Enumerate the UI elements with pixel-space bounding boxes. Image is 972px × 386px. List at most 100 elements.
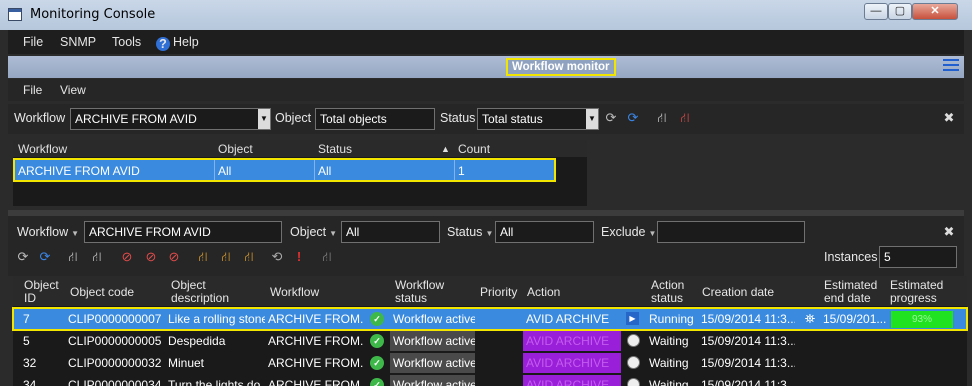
app-icon [8,8,22,21]
help-icon: ? [156,37,170,51]
check-icon: ✓ [370,378,384,386]
wm-menu-file[interactable]: File [23,83,42,97]
col-workflow[interactable]: Workflow [18,142,67,156]
menu-tools[interactable]: Tools [112,35,141,49]
instances-header: Object ID Object code Object description… [13,276,967,306]
table-row[interactable]: 5 CLIP0000000005 Despedida ARCHIVE FROM.… [13,330,967,352]
pause-icon[interactable]: ⛙ [217,248,235,266]
col-estimated-end-date[interactable]: Estimated end date [824,279,894,305]
cell-object-id: 7 [23,312,30,326]
status-filter-select[interactable]: Total status ▼ [477,108,599,130]
workflow-tree-icon[interactable]: ⛙ [653,109,671,127]
clock-icon [627,378,640,386]
col-status[interactable]: Status [318,142,352,156]
close-button[interactable]: ✕ [912,3,958,20]
col-workflow[interactable]: Workflow [270,286,319,299]
menu-file[interactable]: File [23,35,43,49]
cell-object-description: Minuet [168,356,205,370]
detail-filter-bar: Workflow ▼ ARCHIVE FROM AVID Object ▼ All … [8,216,964,276]
menu-help[interactable]: ? Help [156,35,199,51]
detail-object-input[interactable]: All [341,221,440,243]
hamburger-menu-icon[interactable] [943,59,959,73]
workflow-filter-select[interactable]: ARCHIVE FROM AVID ▼ [70,108,271,130]
cell-workflow: ARCHIVE FROM... [268,356,363,370]
col-priority[interactable]: Priority [480,286,517,299]
col-action[interactable]: Action [527,286,560,299]
chevron-down-icon: ▼ [586,109,598,129]
workflow-monitor-menu: File View [8,79,964,101]
check-icon: ✓ [370,334,384,348]
cell-workflow: ARCHIVE FROM... [268,334,363,348]
detail-workflow-label[interactable]: Workflow ▼ [17,225,79,239]
summary-row[interactable]: ARCHIVE FROM AVID All All 1 [13,158,556,182]
detail-object-label[interactable]: Object ▼ [290,225,337,239]
col-object[interactable]: Object [218,142,253,156]
col-estimated-progress[interactable]: Estimated progress [890,279,960,305]
cancel-workflow-icon[interactable]: ⊘ [142,248,160,266]
cell-object-code: CLIP0000000007 [68,312,162,326]
cell-object-code: CLIP0000000005 [68,334,162,348]
refresh-grey-icon[interactable]: ⟳ [14,248,32,266]
monitor-icon[interactable]: ⛯ [801,310,819,328]
summary-header: Workflow Object Status ▲ Count [13,140,587,157]
close-pane-icon[interactable]: ✖ [940,223,958,241]
summary-workflow: ARCHIVE FROM AVID [18,164,140,178]
cell-action: AVID ARCHIVE [523,353,621,373]
table-row[interactable]: 7 CLIP0000000007 Like a rolling stone AR… [12,307,968,331]
main-menu-bar: File SNMP Tools ? Help [8,30,964,54]
cell-creation-date: 15/09/2014 11:3... [701,312,795,326]
menu-snmp[interactable]: SNMP [60,35,96,49]
table-row[interactable]: 32 CLIP0000000032 Minuet ARCHIVE FROM...… [13,352,967,374]
object-filter-select[interactable]: Total objects [315,108,435,130]
object-filter-label: Object [275,111,312,125]
alert-icon[interactable]: ! [290,248,308,266]
table-row[interactable]: 34 CLIP0000000034 Turn the lights do... … [13,374,967,386]
detail-status-label[interactable]: Status ▼ [447,225,493,239]
col-object-id[interactable]: Object ID [24,279,64,305]
cell-action: AVID ARCHIVE [523,309,621,329]
exclude-label[interactable]: Exclude ▼ [601,225,656,239]
col-action-status[interactable]: Action status [651,279,696,305]
instances-input[interactable]: 5 [879,246,957,268]
summary-grid: Workflow Object Status ▲ Count ARCHIVE F… [13,140,587,206]
workflow-export-icon[interactable]: ⛙ [88,248,106,266]
reset-icon[interactable]: ⟲ [268,248,286,266]
cell-object-code: CLIP0000000032 [68,356,162,370]
cell-workflow-status: Workflow active [390,353,475,373]
cell-action-status: Waiting [649,334,689,348]
running-icon: ▶ [626,312,639,325]
refresh-grey-icon[interactable]: ⟳ [602,109,620,127]
exclude-input[interactable] [657,221,805,243]
cancel-action-icon[interactable]: ⊘ [118,248,136,266]
cell-workflow-status: Workflow active [390,331,475,351]
minimize-button[interactable]: — [864,3,888,20]
cell-workflow-status: Workflow active [390,309,475,329]
refresh-icon[interactable]: ⟳ [624,109,642,127]
workflow-delete-icon[interactable]: ⛙ [676,109,694,127]
maximize-button[interactable]: ▢ [888,3,912,20]
col-workflow-status[interactable]: Workflow status [395,279,455,305]
col-object-description[interactable]: Object description [171,279,241,305]
resume-icon[interactable]: ⛙ [240,248,258,266]
close-pane-icon[interactable]: ✖ [940,109,958,127]
refresh-icon[interactable]: ⟳ [36,248,54,266]
detail-status-input[interactable]: All [495,221,594,243]
clock-icon [627,334,640,347]
col-creation-date[interactable]: Creation date [702,286,774,299]
summary-filter-bar: Workflow ARCHIVE FROM AVID ▼ Object Tota… [8,104,964,134]
restart-icon[interactable]: ⛙ [194,248,212,266]
cell-action-status: Running [649,312,694,326]
cell-object-id: 34 [23,378,37,386]
workflow-disabled-icon[interactable]: ⛙ [318,248,336,266]
status-filter-value: Total status [482,112,543,126]
col-object-code[interactable]: Object code [70,286,134,299]
workflow-tree-icon[interactable]: ⛙ [64,248,82,266]
detail-workflow-input[interactable]: ARCHIVE FROM AVID [84,221,282,243]
cell-workflow: ARCHIVE FROM... [268,378,363,386]
col-count[interactable]: Count [458,142,490,156]
cell-object-description: Turn the lights do... [168,378,265,386]
block-icon[interactable]: ⊘ [165,248,183,266]
cell-action-status: Waiting [649,356,689,370]
cell-creation-date: 15/09/2014 11:3... [701,334,795,348]
wm-menu-view[interactable]: View [60,83,86,97]
